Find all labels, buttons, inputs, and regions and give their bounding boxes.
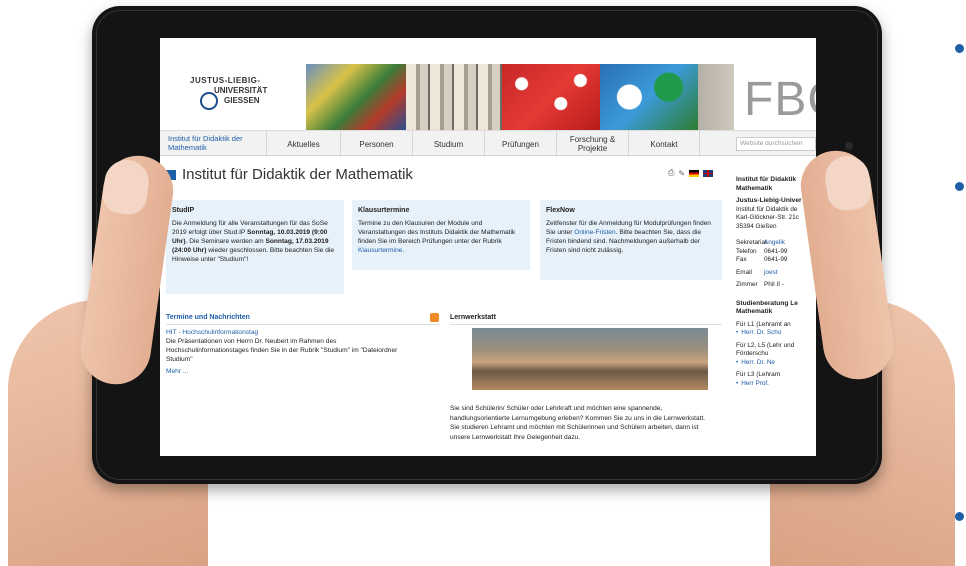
more-link[interactable]: Mehr ... (166, 367, 416, 376)
nav-item-aktuelles[interactable]: Aktuelles (266, 131, 340, 157)
nav-item-forschung[interactable]: Forschung & Projekte (556, 131, 628, 157)
slide-bullet (955, 512, 964, 521)
news-item-title[interactable]: HIT - Hochschulinformationstag (166, 328, 416, 337)
rss-icon[interactable] (430, 313, 439, 322)
lernwerkstatt-photo (472, 328, 708, 390)
header-photo-wooden-blocks (406, 64, 502, 130)
beratung-item: Für L2, L5 (Lehr und Förderschu (736, 341, 795, 358)
box-heading: StudIP (172, 207, 195, 214)
news-item-text: Die Präsentationen von Herrn Dr. Neubert… (166, 338, 398, 363)
nav-item-pruefungen[interactable]: Prüfungen (484, 131, 556, 157)
slide-bullet (955, 182, 964, 191)
klausurtermine-link[interactable]: Klausurtermine (358, 247, 402, 254)
search-input[interactable]: Website durchsuchen (736, 137, 816, 151)
news-item: HIT - Hochschulinformationstag Die Präse… (166, 328, 416, 376)
nav-home-link[interactable]: Institut für Didaktik der Mathematik (168, 134, 262, 152)
header-photo-abacus-beads (502, 64, 600, 130)
page-title: Institut für Didaktik der Mathematik (166, 166, 413, 183)
divider (166, 324, 440, 325)
page-tools: ⎙ ✎ (668, 168, 714, 178)
header-photo-partial (698, 64, 734, 130)
nav-item-kontakt[interactable]: Kontakt (628, 131, 700, 157)
contact-row: Sekretariat Angelik (736, 239, 785, 248)
box-heading: Klausurtermine (358, 207, 410, 214)
sidebar-title: Institut für Didaktik Mathematik (736, 176, 797, 192)
site-header: JUSTUS-LIEBIG- UNIVERSITÄT GIESSEN FBC (160, 38, 816, 130)
beratung-contact-link[interactable]: • Herr. Dr. Scho (736, 329, 816, 338)
sidebar-university: Justus-Liebig-Univer (736, 197, 802, 204)
print-icon[interactable]: ⎙ (668, 168, 674, 178)
info-box-klausur: Klausurtermine Termine zu den Klausuren … (352, 200, 530, 270)
info-box-flexnow: FlexNow Zeitfenster für die Anmeldung fü… (540, 200, 722, 280)
lernwerkstatt-text: Sie sind Schülerin/ Schüler oder Lehrkra… (450, 405, 706, 441)
divider (450, 324, 722, 325)
beratung-contact-link[interactable]: • Herr Prof. (736, 380, 816, 389)
contact-row: Telefon 0641-99 (736, 247, 788, 255)
edit-icon[interactable]: ✎ (678, 169, 685, 178)
beratung-item: Für L3 (Lehram (736, 371, 781, 378)
box-text: Zeitfenster für die Anmeldung für Modulp… (546, 220, 711, 254)
beratung-heading: Studienberatung Le Mathematik (736, 299, 798, 316)
tablet-screen: JUSTUS-LIEBIG- UNIVERSITÄT GIESSEN FBC I… (160, 38, 816, 456)
logo-line: JUSTUS-LIEBIG- (190, 76, 261, 85)
header-photo-dice (600, 64, 698, 130)
header-photo-game-pieces (306, 64, 406, 130)
online-fristen-link[interactable]: Online-Fristen (574, 229, 615, 236)
german-flag-icon[interactable] (689, 169, 700, 177)
nav-item-studium[interactable]: Studium (412, 131, 484, 157)
box-heading: FlexNow (546, 207, 575, 214)
beratung-item: Für L1 (Lehramt an (736, 320, 791, 328)
box-text: Die Anmeldung für alle Veranstaltungen f… (172, 220, 335, 263)
english-flag-icon[interactable] (703, 169, 714, 177)
university-seal-icon (200, 92, 218, 110)
contact-row: Fax 0641-99 (736, 256, 788, 263)
logo-line: GIESSEN (224, 96, 260, 105)
university-logo[interactable]: JUSTUS-LIEBIG- UNIVERSITÄT GIESSEN (190, 76, 280, 116)
news-heading[interactable]: Termine und Nachrichten (166, 314, 250, 321)
box-text: Termine zu den Klausuren der Module und … (358, 220, 516, 254)
nav-item-personen[interactable]: Personen (340, 131, 412, 157)
page-title-text: Institut für Didaktik der Mathematik (182, 166, 413, 183)
camera-icon (845, 142, 853, 150)
email-link[interactable]: joest (764, 269, 778, 278)
sekretariat-link[interactable]: Angelik (764, 239, 785, 248)
main-navigation: Institut für Didaktik der Mathematik Akt… (160, 130, 816, 157)
info-box-studip: StudIP Die Anmeldung für alle Veranstalt… (166, 200, 344, 294)
slide-bullet (955, 44, 964, 53)
logo-line: UNIVERSITÄT (214, 86, 268, 95)
contact-row: Email joest (736, 268, 778, 278)
beratung-contact-link[interactable]: • Herr. Dr. Ne (736, 359, 816, 368)
lernwerkstatt-heading: Lernwerkstatt (450, 314, 496, 321)
address-line: 35394 Gießen (736, 222, 777, 230)
contact-row: Zimmer Phil II - (736, 281, 784, 288)
faculty-logo-text: FBC (744, 73, 816, 126)
